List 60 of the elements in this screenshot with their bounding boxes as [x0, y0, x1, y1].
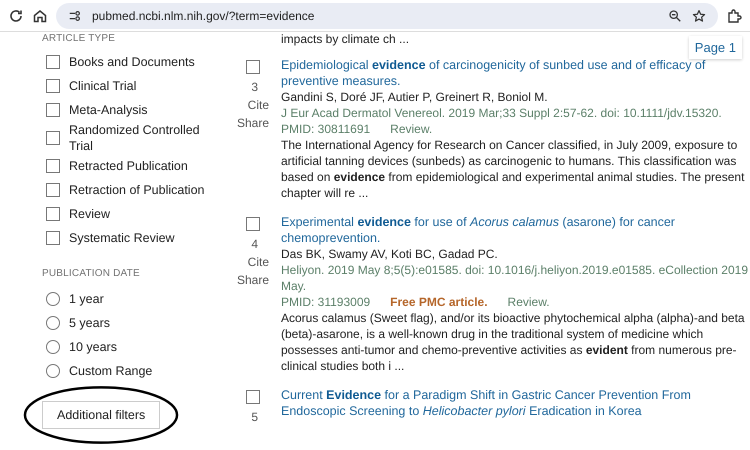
- filter-label[interactable]: Review: [69, 206, 209, 222]
- snippet-text: impacts by climate ch ...: [280, 32, 410, 47]
- checkbox[interactable]: [246, 60, 260, 74]
- checkbox[interactable]: [46, 79, 60, 93]
- checkbox[interactable]: [46, 159, 60, 173]
- radio-button[interactable]: [46, 316, 60, 330]
- result-number: 3: [251, 80, 258, 94]
- section-heading: PUBLICATION DATE: [42, 268, 141, 279]
- checkbox[interactable]: [246, 217, 260, 231]
- citation-text: Heliyon. 2019 May 8;5(5):e01585. doi: 10.1016/j.heliyon.2019.e01585. eCollection 2019 May.: [281, 262, 750, 294]
- checkbox[interactable]: [46, 55, 60, 69]
- snippet-text: Acorus calamus (Sweet flag), and/or its bioactive phytochemical alpha (alpha)-and beta (beta)-asarone, is a well-known drug in the traditional system of medicine which possesses anti-tumor and chemo-preventive activities as evident from numerous pre-clinical studies both i ...: [281, 310, 746, 374]
- filter-label[interactable]: Retracted Publication: [69, 158, 209, 174]
- checkbox[interactable]: [46, 103, 60, 117]
- citation-text: J Eur Acad Dermatol Venereol. 2019 Mar;33 Suppl 2:57-62. doi: 10.1111/jdv.15320.: [281, 105, 723, 121]
- result-number: 5: [251, 410, 258, 424]
- pmid-text: PMID: 31193009: [281, 294, 370, 310]
- filter-label[interactable]: Randomized Controlled Trial: [69, 122, 209, 154]
- section-heading: ARTICLE TYPE: [42, 33, 116, 44]
- filter-label[interactable]: Books and Documents: [69, 54, 209, 70]
- filter-label[interactable]: 1 year: [69, 291, 209, 307]
- zoom-icon[interactable]: [668, 8, 682, 22]
- filter-label[interactable]: 5 years: [69, 315, 209, 331]
- article-type-text: Review.: [508, 294, 550, 310]
- filter-label[interactable]: Systematic Review: [69, 230, 209, 246]
- action-link[interactable]: Share: [236, 273, 269, 287]
- extensions-icon[interactable]: [726, 8, 742, 24]
- checkbox[interactable]: [46, 183, 60, 197]
- address-bar[interactable]: pubmed.ncbi.nlm.nih.gov/?term=evidence: [56, 2, 718, 28]
- article-type-text: Review.: [390, 121, 432, 137]
- action-link[interactable]: Cite: [248, 98, 269, 112]
- radio-button[interactable]: [46, 340, 60, 354]
- checkbox[interactable]: [46, 231, 60, 245]
- filter-label[interactable]: 10 years: [69, 339, 209, 355]
- authors-text: Das BK, Swamy AV, Koti BC, Gadad PC.: [281, 246, 499, 262]
- site-info-icon[interactable]: [68, 8, 82, 22]
- checkbox[interactable]: [46, 131, 60, 145]
- filter-label[interactable]: Custom Range: [69, 363, 209, 379]
- home-icon[interactable]: [32, 8, 48, 24]
- article-title-link[interactable]: Experimental evidence for use of Acorus calamus (asarone) for cancer chemoprevention.: [281, 214, 750, 246]
- authors-text: Gandini S, Doré JF, Autier P, Greinert R, Boniol M.: [281, 89, 549, 105]
- page-indicator: Page 1: [688, 36, 742, 59]
- star-icon[interactable]: [692, 8, 706, 22]
- result-number: 4: [251, 237, 258, 251]
- checkbox[interactable]: [246, 390, 260, 404]
- filter-label[interactable]: Retraction of Publication: [69, 182, 209, 198]
- article-title-link[interactable]: Epidemiological evidence of carcinogenicity of sunbed use and of efficacy of preventive measures.: [281, 57, 750, 89]
- radio-button[interactable]: [46, 292, 60, 306]
- snippet-text: The International Agency for Research on Cancer classified, in July 2009, exposure to artificial tanning devices (sunbeds) as carcinogenic to humans. This classification was based on evidence from epidemiological and experimental animal studies. The present chapter will re ...: [281, 137, 746, 201]
- article-title-link[interactable]: Current Evidence for a Paradigm Shift in Gastric Cancer Prevention From Endoscopic Screening to Helicobacter pylori Eradication in Korea: [281, 387, 750, 419]
- filter-label[interactable]: Meta-Analysis: [69, 102, 209, 118]
- additional-filters-button[interactable]: Additional filters: [42, 401, 160, 429]
- action-link[interactable]: Share: [236, 116, 269, 130]
- pmid-text: PMID: 30811691: [281, 121, 370, 137]
- checkbox[interactable]: [46, 207, 60, 221]
- reload-icon[interactable]: [8, 8, 24, 24]
- radio-button[interactable]: [46, 364, 60, 378]
- free-article-label: Free PMC article.: [390, 294, 488, 310]
- filter-label[interactable]: Clinical Trial: [69, 78, 209, 94]
- action-link[interactable]: Cite: [248, 255, 269, 269]
